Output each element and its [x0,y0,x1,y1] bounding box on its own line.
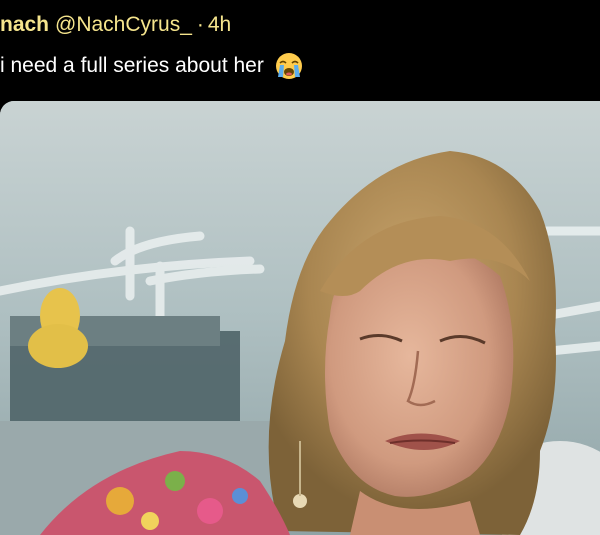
tweet-media-image[interactable] [0,101,600,535]
loudly-crying-face-icon [274,51,304,81]
header-separator: · [196,13,204,36]
tweet-text: i need a full series about her [0,54,264,77]
tweet-card: nach @NachCyrus_ · 4h i need a full seri… [0,0,600,535]
tweet-text-row: i need a full series about her [0,50,304,82]
tweet-timestamp[interactable]: 4h [208,10,231,40]
tweet-header: nach @NachCyrus_ · 4h [0,10,231,40]
author-handle[interactable]: @NachCyrus_ [55,10,192,40]
author-display-name[interactable]: nach [0,10,49,40]
